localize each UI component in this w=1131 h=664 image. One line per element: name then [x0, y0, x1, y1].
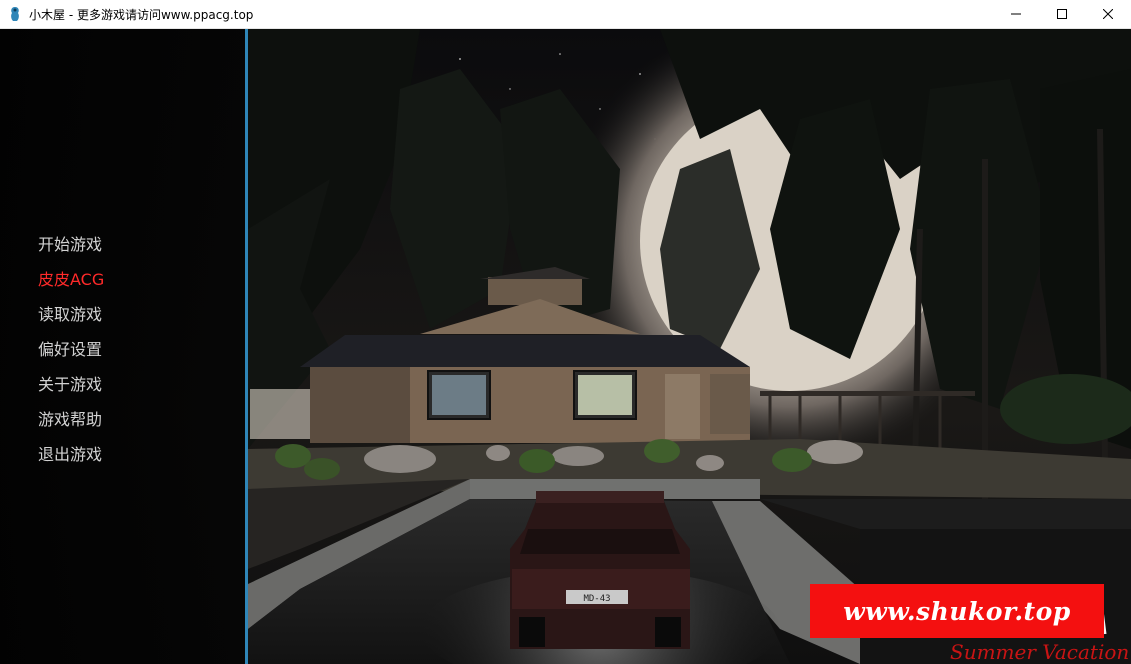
menu-item-quit[interactable]: 退出游戏 [38, 442, 104, 477]
menu-item-help[interactable]: 游戏帮助 [38, 407, 104, 442]
app-icon [7, 6, 23, 22]
window-titlebar[interactable]: 小木屋 - 更多游戏请访问www.ppacg.top [0, 0, 1131, 29]
menu-item-about[interactable]: 关于游戏 [38, 372, 104, 407]
menu-item-start-game[interactable]: 开始游戏 [38, 232, 104, 267]
main-menu-panel [0, 29, 245, 664]
minimize-button[interactable] [993, 0, 1039, 28]
game-viewport[interactable]: MD-43 Summer Vacation 开始游戏 皮皮ACG 读取游戏 偏好… [0, 29, 1131, 664]
menu-item-pipi-acg[interactable]: 皮皮ACG [38, 267, 104, 302]
close-button[interactable] [1085, 0, 1131, 28]
main-menu: 开始游戏 皮皮ACG 读取游戏 偏好设置 关于游戏 游戏帮助 退出游戏 [38, 232, 104, 477]
window-title: 小木屋 - 更多游戏请访问www.ppacg.top [29, 7, 254, 22]
menu-divider [245, 29, 248, 664]
car: MD-43 [510, 491, 690, 649]
menu-item-preferences[interactable]: 偏好设置 [38, 337, 104, 372]
maximize-icon [1057, 9, 1067, 19]
maximize-button[interactable] [1039, 0, 1085, 28]
minimize-icon [1011, 13, 1021, 15]
menu-item-load-game[interactable]: 读取游戏 [38, 302, 104, 337]
window-controls [993, 0, 1131, 28]
logo-script-text: Summer Vacation [950, 640, 1129, 664]
watermark-text: www.shukor.top [843, 596, 1071, 626]
watermark-banner: www.shukor.top [810, 584, 1104, 638]
license-plate: MD-43 [583, 594, 610, 604]
close-icon [1103, 9, 1113, 19]
